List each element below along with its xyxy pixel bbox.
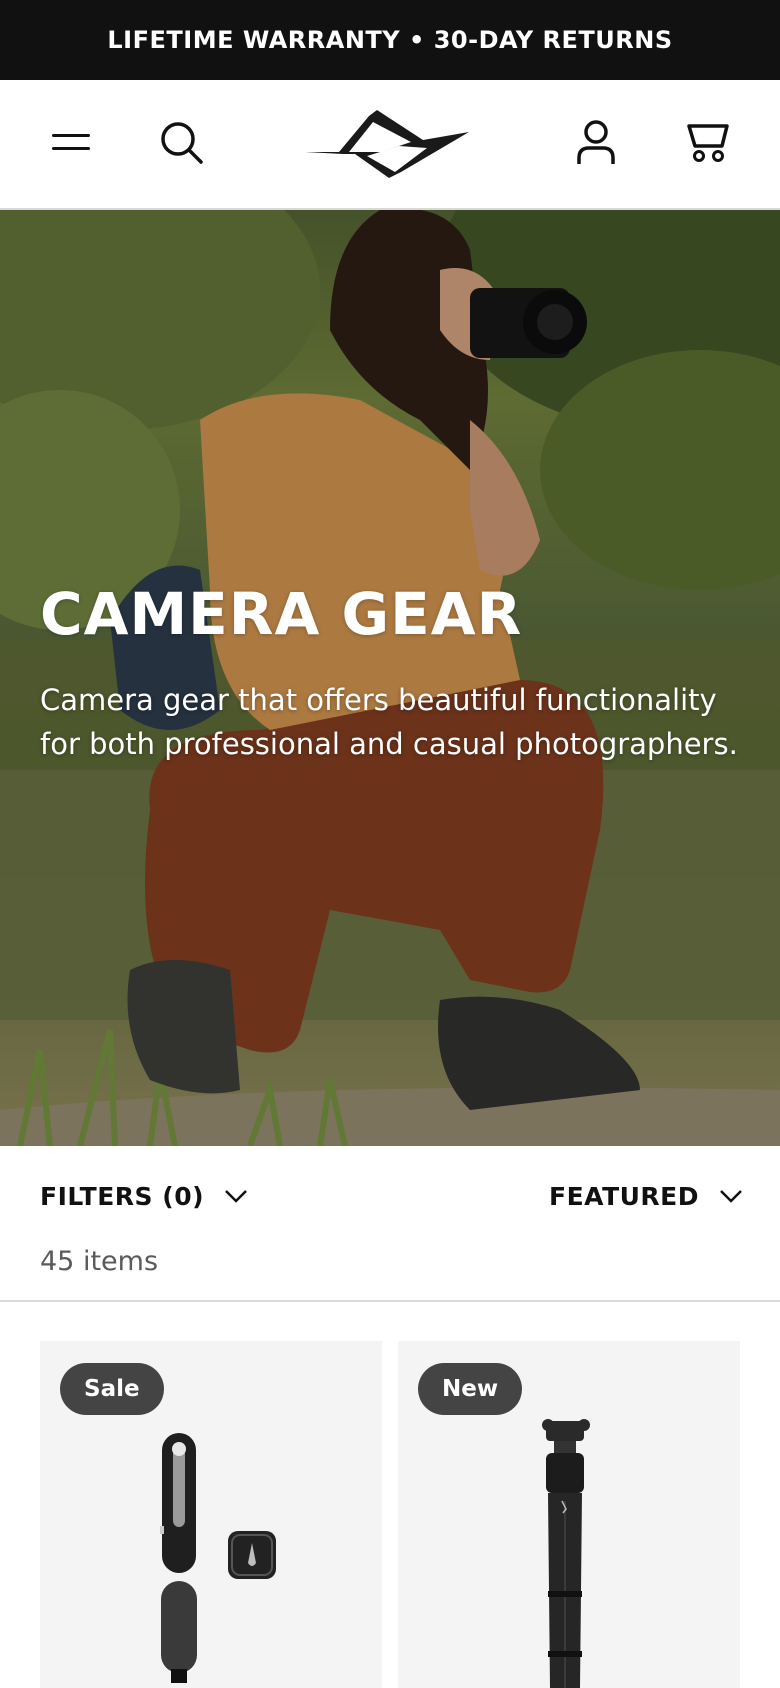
sale-badge: Sale (60, 1363, 164, 1415)
account-icon (577, 120, 615, 164)
hero-subtitle-line-2: for both professional and casual photogr… (40, 727, 738, 761)
product-card[interactable]: Sale (40, 1341, 382, 1688)
sort-button[interactable]: FEATURED (549, 1176, 743, 1216)
filters-label: FILTERS (0) (40, 1181, 205, 1211)
announcement-text: LIFETIME WARRANTY • 30-DAY RETURNS (107, 26, 673, 54)
cart-icon (687, 124, 729, 162)
menu-icon (52, 134, 90, 150)
hero-text: CAMERA GEAR Camera gear that offers beau… (40, 580, 760, 766)
hero-subtitle-line-1: Camera gear that offers beautiful functi… (40, 683, 717, 717)
hero-banner: CAMERA GEAR Camera gear that offers beau… (0, 210, 780, 1146)
collection-toolbar: FILTERS (0) FEATURED 45 items (0, 1146, 780, 1302)
menu-button[interactable] (44, 115, 100, 171)
cart-button[interactable] (680, 113, 736, 173)
chevron-down-icon (225, 1190, 247, 1203)
filters-button[interactable]: FILTERS (0) (40, 1176, 248, 1216)
site-header (0, 80, 780, 210)
new-badge: New (418, 1363, 523, 1415)
sort-label: FEATURED (549, 1181, 699, 1211)
account-button[interactable] (568, 113, 624, 173)
chevron-down-icon (720, 1190, 742, 1203)
announcement-bar: LIFETIME WARRANTY • 30-DAY RETURNS (0, 0, 780, 80)
hero-subtitle: Camera gear that offers beautiful functi… (40, 678, 760, 766)
product-card[interactable]: New (398, 1341, 740, 1688)
search-button[interactable] (154, 115, 210, 171)
search-icon (161, 122, 203, 164)
brand-logo-icon (305, 110, 469, 178)
item-count: 45 items (40, 1246, 159, 1277)
brand-logo[interactable] (300, 105, 476, 185)
hero-title: CAMERA GEAR (40, 580, 523, 648)
